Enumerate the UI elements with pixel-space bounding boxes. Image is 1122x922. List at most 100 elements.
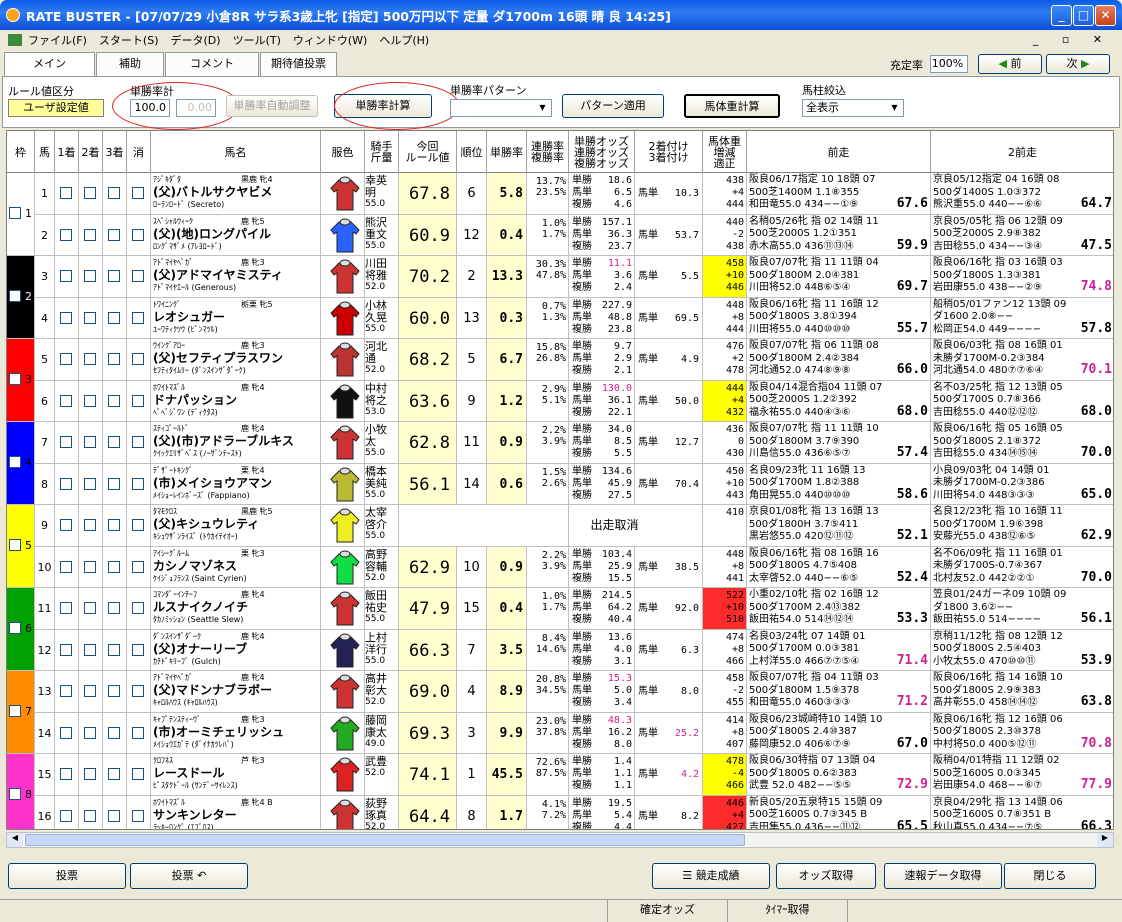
check-del[interactable] bbox=[132, 353, 144, 365]
apply-pattern-button[interactable]: パターン適用 bbox=[562, 94, 664, 118]
waku-checkbox[interactable] bbox=[9, 622, 21, 634]
check-2nd[interactable] bbox=[84, 519, 96, 531]
next-button[interactable]: 次 ▶ bbox=[1046, 54, 1110, 74]
horse-name-cell[interactable]: ﾀﾏﾓｸﾛｽ 黒鹿 牝5 (父)キシュウレティ ｷｼｭｳｻﾞﾝﾗｲｽﾞ (ﾄｳｶｲﾃ… bbox=[151, 505, 321, 546]
header-3[interactable]: 2着 bbox=[79, 131, 103, 173]
tab-aux[interactable]: 補助 bbox=[96, 52, 164, 76]
check-1st[interactable] bbox=[60, 726, 72, 739]
check-1st[interactable] bbox=[60, 187, 72, 199]
check-del[interactable] bbox=[132, 726, 144, 739]
check-2nd[interactable] bbox=[84, 685, 96, 697]
horse-name-cell[interactable]: ｸﾛﾌﾈｽ 芦 牝3 レースドール ﾋﾟｽﾀｸﾄﾞｰﾙ (ｻﾝﾃﾞｰｻｲﾚﾝｽ) bbox=[151, 754, 321, 795]
check-2nd[interactable] bbox=[84, 187, 96, 199]
check-1st[interactable] bbox=[60, 270, 72, 282]
scroll-thumb[interactable] bbox=[25, 834, 745, 846]
weight-calc-button[interactable]: 馬体重計算 bbox=[684, 94, 780, 118]
header-0[interactable]: 枠 bbox=[7, 131, 35, 173]
maximize-button[interactable]: □ bbox=[1073, 5, 1094, 26]
waku-checkbox[interactable] bbox=[9, 539, 21, 551]
check-2nd[interactable] bbox=[84, 809, 96, 822]
auto-adjust-button[interactable]: 単勝率自動調整 bbox=[226, 95, 318, 117]
check-3rd[interactable] bbox=[108, 643, 120, 656]
check-2nd[interactable] bbox=[84, 353, 96, 365]
header-15[interactable]: 馬体重 増減 適正 bbox=[703, 131, 747, 173]
horse-name-cell[interactable]: ｳｲﾝｸﾞｱﾛｰ 鹿 牝3 (父)セフティプラスワン ｾﾌﾃｨﾀｲﾑﾘｰ (ﾀﾞﾝｽ… bbox=[151, 339, 321, 380]
check-1st[interactable] bbox=[60, 809, 72, 822]
header-14[interactable]: 2着付け 3着付け bbox=[635, 131, 703, 173]
check-del[interactable] bbox=[132, 519, 144, 531]
check-del[interactable] bbox=[132, 436, 144, 448]
waku-checkbox[interactable] bbox=[9, 456, 21, 468]
menu-file[interactable]: ファイル(F) bbox=[28, 32, 87, 48]
check-3rd[interactable] bbox=[108, 726, 120, 739]
header-10[interactable]: 順位 bbox=[457, 131, 487, 173]
rule-value[interactable]: ユーザ設定値 bbox=[8, 99, 104, 117]
table-row[interactable]: 6 11 ｺﾏﾝﾀﾞｰｲﾝﾁｰﾌ 鹿 牝4 ルスナイクノイチ ﾀｶﾉﾐｯｼｮﾝ (Sea… bbox=[7, 588, 1113, 671]
check-2nd[interactable] bbox=[84, 477, 96, 490]
header-2[interactable]: 1着 bbox=[55, 131, 79, 173]
header-12[interactable]: 連勝率 複勝率 bbox=[527, 131, 569, 173]
header-7[interactable]: 服色 bbox=[321, 131, 365, 173]
mdi-controls[interactable]: _ ▫ ✕ bbox=[1033, 33, 1112, 46]
check-1st[interactable] bbox=[60, 768, 72, 780]
check-3rd[interactable] bbox=[108, 353, 120, 365]
check-1st[interactable] bbox=[60, 477, 72, 490]
check-del[interactable] bbox=[132, 560, 144, 573]
menu-help[interactable]: ヘルプ(H) bbox=[379, 32, 429, 48]
check-del[interactable] bbox=[132, 228, 144, 241]
check-1st[interactable] bbox=[60, 353, 72, 365]
check-del[interactable] bbox=[132, 394, 144, 407]
header-16[interactable]: 前走 bbox=[747, 131, 931, 173]
table-row[interactable]: 6 ﾎﾜｲﾄﾏｽﾞﾙ 鹿 牝4 ドナパッション ﾍﾟﾍﾞｼﾞﾜﾝ (ﾃﾞｨｸﾀｽ) 中村… bbox=[7, 380, 1113, 422]
scroll-right-icon[interactable]: ▶ bbox=[1097, 833, 1113, 847]
check-3rd[interactable] bbox=[108, 602, 120, 614]
check-1st[interactable] bbox=[60, 602, 72, 614]
check-del[interactable] bbox=[132, 477, 144, 490]
check-del[interactable] bbox=[132, 768, 144, 780]
waku-checkbox[interactable] bbox=[9, 373, 21, 385]
waku-checkbox[interactable] bbox=[9, 290, 21, 302]
check-2nd[interactable] bbox=[84, 436, 96, 448]
waku-checkbox[interactable] bbox=[9, 788, 21, 800]
header-4[interactable]: 3着 bbox=[103, 131, 127, 173]
header-9[interactable]: 今回 ルール値 bbox=[399, 131, 457, 173]
check-del[interactable] bbox=[132, 643, 144, 656]
horse-name-cell[interactable]: ｱｲｼｰｸﾞﾙｰﾑ 栗 牝3 カシノマゾネス ｹｲｼﾞｮﾌﾗﾝｽ (Saint Cy… bbox=[151, 546, 321, 587]
check-3rd[interactable] bbox=[108, 685, 120, 697]
menu-tools[interactable]: ツール(T) bbox=[233, 32, 281, 48]
check-2nd[interactable] bbox=[84, 270, 96, 282]
check-del[interactable] bbox=[132, 809, 144, 822]
horse-name-cell[interactable]: ｱｼﾞｷﾀﾞﾀ 黒鹿 牝4 (父)バトルサクヤビメ ﾛｰﾗﾝﾛｰﾄﾞ (Secret… bbox=[151, 173, 321, 214]
header-5[interactable]: 消 bbox=[127, 131, 151, 173]
horse-name-cell[interactable]: ｷｬﾌﾟﾃﾝｽﾃｨｰｳﾞ 鹿 牝3 (市)オーミチェリッシュ ﾒｲｼｮｳｴｶﾞﾃ (… bbox=[151, 712, 321, 753]
filter-select[interactable]: 全表示 ▼ bbox=[802, 99, 904, 117]
table-row[interactable]: 4 ﾄﾜｲﾆﾝｸﾞ 栃栗 牝5 レオシュガー ﾕｰﾜﾃｨｸﾂｳ (ﾋﾟﾝﾏﾂﾙ) 小林久… bbox=[7, 297, 1113, 339]
check-1st[interactable] bbox=[60, 394, 72, 407]
tab-expected-vote[interactable]: 期待値投票 bbox=[260, 52, 337, 76]
header-1[interactable]: 馬 bbox=[35, 131, 55, 173]
table-row[interactable]: 8 15 ｸﾛﾌﾈｽ 芦 牝3 レースドール ﾋﾟｽﾀｸﾄﾞｰﾙ (ｻﾝﾃﾞｰｻｲﾚﾝｽ… bbox=[7, 754, 1113, 829]
menu-data[interactable]: データ(D) bbox=[171, 32, 221, 48]
check-3rd[interactable] bbox=[108, 270, 120, 282]
check-3rd[interactable] bbox=[108, 477, 120, 490]
header-6[interactable]: 馬名 bbox=[151, 131, 321, 173]
table-row[interactable]: 2 ｽﾍﾟｼｬﾙｳｨｰｸ 鹿 牝5 (父)(地)ロングパイル ﾛﾝｸﾞﾏｻﾞﾒ (ｱﾚ… bbox=[7, 214, 1113, 256]
table-row[interactable]: 4 7 ｽﾃｨｺﾞｰﾙﾄﾞ 鹿 牝4 (父)(市)アドラーブルキス ｸｲｯｸｴﾘｻﾞﾍﾞ… bbox=[7, 422, 1113, 505]
check-3rd[interactable] bbox=[108, 187, 120, 199]
pattern-select[interactable]: ▼ bbox=[450, 99, 552, 117]
horse-name-cell[interactable]: ﾄﾜｲﾆﾝｸﾞ 栃栗 牝5 レオシュガー ﾕｰﾜﾃｨｸﾂｳ (ﾋﾟﾝﾏﾂﾙ) bbox=[151, 297, 321, 338]
waku-checkbox[interactable] bbox=[9, 207, 21, 219]
menu-start[interactable]: スタート(S) bbox=[99, 32, 159, 48]
check-2nd[interactable] bbox=[84, 768, 96, 780]
table-row[interactable]: 10 ｱｲｼｰｸﾞﾙｰﾑ 栗 牝3 カシノマゾネス ｹｲｼﾞｮﾌﾗﾝｽ (Saint … bbox=[7, 546, 1113, 588]
horse-name-cell[interactable]: ｱﾄﾞﾏｲﾔﾍﾞｶﾞ 鹿 牝4 (父)マドンナブラボー ｷｬﾛﾙﾊｳｽ (ｷｬﾛﾙﾊ… bbox=[151, 671, 321, 712]
horse-name-cell[interactable]: ﾎﾜｲﾄﾏｽﾞﾙ 鹿 牝4 B サンキンレター ﾗｯｷｰﾛﾝｸﾞ (ｴﾌﾞﾛｽ) bbox=[151, 795, 321, 829]
check-1st[interactable] bbox=[60, 643, 72, 656]
check-2nd[interactable] bbox=[84, 311, 96, 324]
check-3rd[interactable] bbox=[108, 768, 120, 780]
table-row[interactable]: 5 9 ﾀﾏﾓｸﾛｽ 黒鹿 牝5 (父)キシュウレティ ｷｼｭｳｻﾞﾝﾗｲｽﾞ (ﾄｳｶ… bbox=[7, 505, 1113, 588]
horse-name-cell[interactable]: ﾃﾞｻﾞｰﾄｷﾝｸﾞ 栗 牝4 (市)メイショウアマン ﾒｲｼｮｰﾚｲﾝﾎﾞｰｽﾞ … bbox=[151, 463, 321, 504]
scroll-left-icon[interactable]: ◀ bbox=[7, 833, 23, 847]
check-1st[interactable] bbox=[60, 228, 72, 241]
table-row[interactable]: 14 ｷｬﾌﾟﾃﾝｽﾃｨｰｳﾞ 鹿 牝3 (市)オーミチェリッシュ ﾒｲｼｮｳｴｶﾞﾃ… bbox=[7, 712, 1113, 754]
